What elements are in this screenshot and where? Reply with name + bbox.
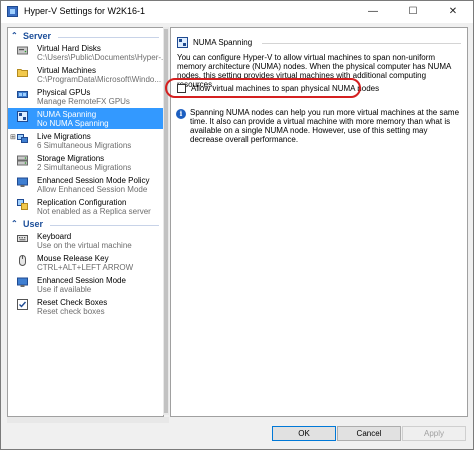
sidebar-item-virtual-machines[interactable]: Virtual Machines C:\ProgramData\Microsof… bbox=[8, 64, 163, 85]
settings-tree: ⌃ Server Virtual Hard Disks C:\Users\Pub… bbox=[7, 27, 164, 417]
highlight-circle bbox=[165, 78, 361, 98]
close-button[interactable]: ✕ bbox=[433, 1, 473, 23]
sidebar-item-virtual-hard-disks[interactable]: Virtual Hard Disks C:\Users\Public\Docum… bbox=[8, 42, 163, 63]
keyboard-icon bbox=[17, 235, 28, 242]
sidebar-item-mouse-release-key[interactable]: Mouse Release Key CTRL+ALT+LEFT ARROW bbox=[8, 252, 163, 273]
cancel-button[interactable]: Cancel bbox=[337, 426, 401, 441]
collapse-icon[interactable]: ⌃ bbox=[11, 219, 18, 228]
tree-horizontal-scrollbar[interactable] bbox=[7, 417, 169, 423]
sidebar-item-live-migrations[interactable]: ⊞ Live Migrations 6 Simultaneous Migrati… bbox=[8, 130, 163, 151]
title-bar: Hyper-V Settings for W2K16-1 — ☐ ✕ bbox=[1, 1, 473, 23]
check-icon bbox=[17, 299, 28, 310]
expand-icon[interactable]: ⊞ bbox=[10, 133, 16, 141]
numa-icon bbox=[17, 111, 28, 122]
monitor-icon bbox=[17, 277, 28, 287]
window-title: Hyper-V Settings for W2K16-1 bbox=[24, 6, 146, 16]
minimize-button[interactable]: — bbox=[353, 1, 393, 23]
migration-icon bbox=[17, 134, 28, 143]
ok-button[interactable]: OK bbox=[272, 426, 336, 441]
panel-header: NUMA Spanning bbox=[177, 37, 461, 50]
panel-title: NUMA Spanning bbox=[193, 38, 253, 47]
sidebar-item-enhanced-session-mode[interactable]: Enhanced Session Mode Use if available bbox=[8, 274, 163, 295]
sidebar-item-reset-check-boxes[interactable]: Reset Check Boxes Reset check boxes bbox=[8, 296, 163, 317]
storage-icon bbox=[17, 155, 28, 166]
numa-icon bbox=[177, 37, 188, 48]
hyperv-app-icon bbox=[7, 6, 18, 17]
sidebar-item-numa-spanning[interactable]: NUMA Spanning No NUMA Spanning bbox=[8, 108, 163, 129]
sidebar-item-replication-configuration[interactable]: Replication Configuration Not enabled as… bbox=[8, 196, 163, 217]
maximize-button[interactable]: ☐ bbox=[393, 1, 433, 23]
mouse-icon bbox=[19, 255, 26, 266]
sidebar-item-enhanced-session-policy[interactable]: Enhanced Session Mode Policy Allow Enhan… bbox=[8, 174, 163, 195]
session-icon bbox=[17, 177, 28, 187]
collapse-icon[interactable]: ⌃ bbox=[11, 31, 18, 40]
replication-icon bbox=[17, 199, 28, 210]
info-icon: i bbox=[176, 109, 186, 119]
gpu-icon bbox=[17, 91, 28, 98]
numa-warning-text: Spanning NUMA nodes can help you run mor… bbox=[190, 108, 460, 144]
sidebar-item-physical-gpus[interactable]: Physical GPUs Manage RemoteFX GPUs bbox=[8, 86, 163, 107]
sidebar-item-keyboard[interactable]: Keyboard Use on the virtual machine bbox=[8, 230, 163, 251]
folder-icon bbox=[17, 69, 28, 77]
sidebar-item-storage-migrations[interactable]: Storage Migrations 2 Simultaneous Migrat… bbox=[8, 152, 163, 173]
apply-button[interactable]: Apply bbox=[402, 426, 466, 441]
hard-disk-icon bbox=[17, 46, 28, 55]
